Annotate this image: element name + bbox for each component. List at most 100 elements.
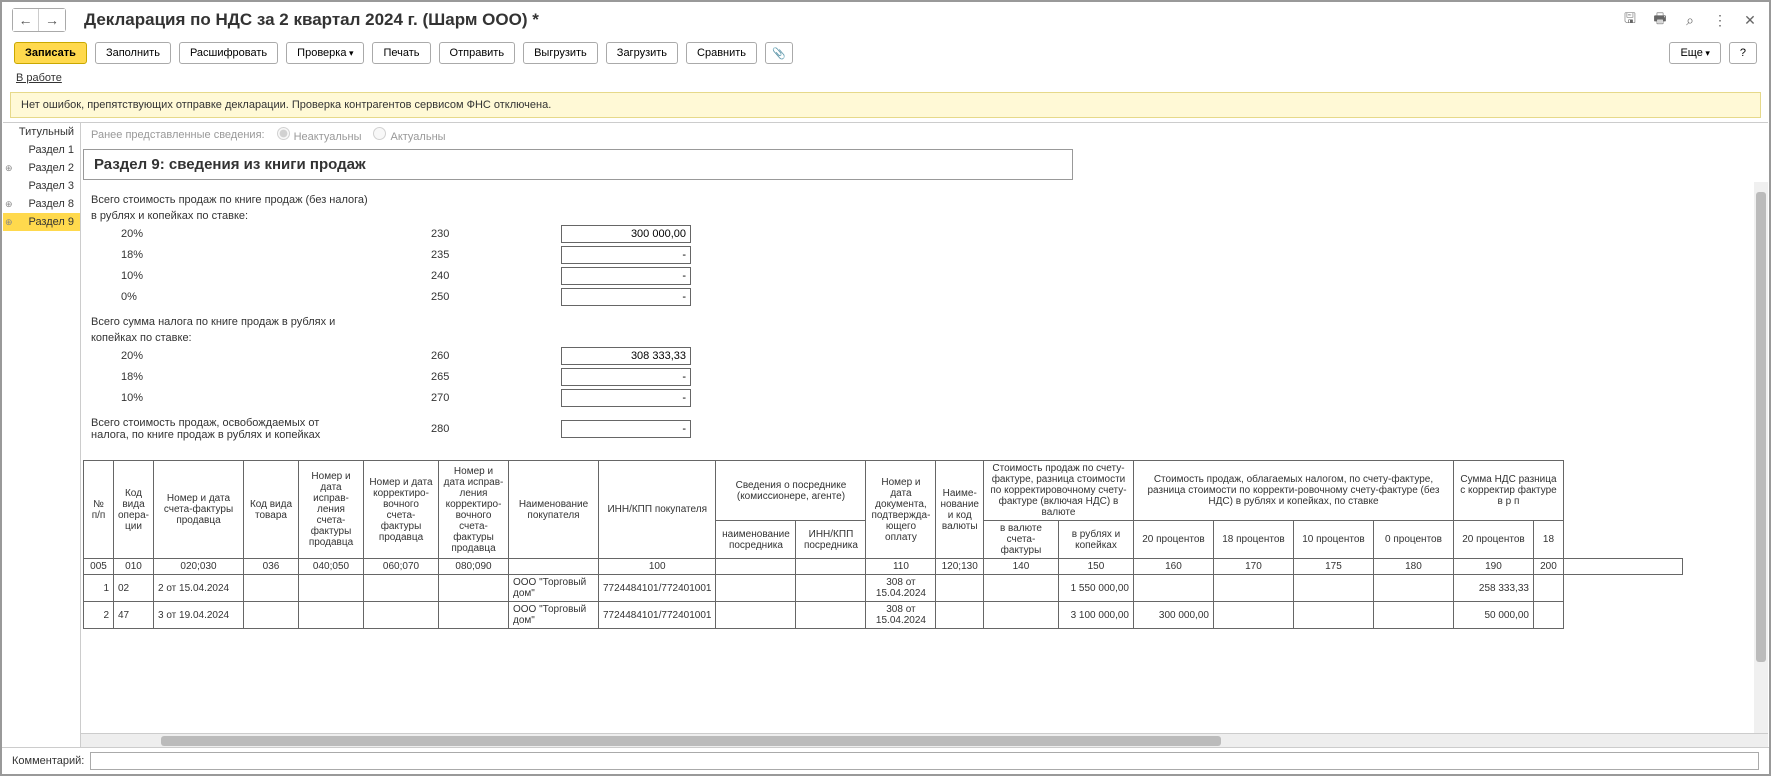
code-label: 265 — [431, 371, 561, 383]
value-input-235[interactable] — [561, 246, 691, 264]
compare-button[interactable]: Сравнить — [686, 42, 757, 64]
code-cell: 040;050 — [299, 559, 364, 575]
code-cell: 120;130 — [936, 559, 984, 575]
check-button[interactable]: Проверка — [286, 42, 364, 64]
close-icon[interactable]: ✕ — [1741, 11, 1759, 29]
th-buyer: Наименование покупателя — [509, 461, 599, 559]
download-button[interactable]: Загрузить — [606, 42, 678, 64]
value-input-240[interactable] — [561, 267, 691, 285]
print-button[interactable]: Печать — [372, 42, 430, 64]
th-agent: Сведения о посреднике (комиссионере, аге… — [716, 461, 866, 521]
data-table: № п/п Код вида опера-ции Номер и дата сч… — [83, 460, 1683, 629]
th-nds: Сумма НДС разница с корректир фактуре в … — [1453, 461, 1563, 521]
th-curr: Наиме-нование и код валюты — [936, 461, 984, 559]
th-num: № п/п — [84, 461, 114, 559]
value-input-270[interactable] — [561, 389, 691, 407]
pct-label: 18% — [91, 249, 431, 261]
code-cell — [509, 559, 599, 575]
expand-icon[interactable]: ⊕ — [5, 199, 13, 210]
radio-not-actual[interactable]: Неактуальны — [277, 127, 362, 143]
value-input-265[interactable] — [561, 368, 691, 386]
code-cell: 190 — [1453, 559, 1533, 575]
th-n20: 20 процентов — [1453, 521, 1533, 559]
pct-label: 18% — [91, 371, 431, 383]
pct-label: 10% — [91, 392, 431, 404]
th-cost-tax: Стоимость продаж, облагаемых налогом, по… — [1133, 461, 1453, 521]
code-label: 270 — [431, 392, 561, 404]
print-icon[interactable]: 🖶 — [1651, 11, 1669, 29]
th-op: Код вида опера-ции — [114, 461, 154, 559]
code-cell: 020;030 — [154, 559, 244, 575]
value-input-230[interactable] — [561, 225, 691, 243]
value-input-250[interactable] — [561, 288, 691, 306]
code-cell: 060;070 — [364, 559, 439, 575]
kebab-icon[interactable]: ⋮ — [1711, 11, 1729, 29]
code-cell: 080;090 — [439, 559, 509, 575]
more-button[interactable]: Еще — [1669, 42, 1720, 64]
pct-label: 20% — [91, 350, 431, 362]
code-cell: 180 — [1373, 559, 1453, 575]
code-cell: 140 — [983, 559, 1058, 575]
th-val-rub: в рублях и копейках — [1058, 521, 1133, 559]
save-icon[interactable]: 🖫 — [1621, 11, 1639, 29]
th-p10: 10 процентов — [1293, 521, 1373, 559]
code-label: 230 — [431, 228, 561, 240]
code-cell — [1563, 559, 1682, 575]
code-label: 260 — [431, 350, 561, 362]
th-p20: 20 процентов — [1133, 521, 1213, 559]
pct-label: 20% — [91, 228, 431, 240]
sidebar: Титульный Раздел 1 ⊕Раздел 2 Раздел 3 ⊕Р… — [3, 123, 81, 747]
nav-back[interactable]: ← — [13, 9, 39, 31]
code-cell: 175 — [1293, 559, 1373, 575]
comment-label: Комментарий: — [12, 755, 84, 767]
th-agent-name: наименование посредника — [716, 521, 796, 559]
sidebar-item-s8[interactable]: ⊕Раздел 8 — [3, 195, 80, 213]
sidebar-item-s2[interactable]: ⊕Раздел 2 — [3, 159, 80, 177]
th-p0: 0 процентов — [1373, 521, 1453, 559]
code-label: 250 — [431, 291, 561, 303]
value-input-260[interactable] — [561, 347, 691, 365]
code-cell: 150 — [1058, 559, 1133, 575]
th-inn: ИНН/КПП покупателя — [599, 461, 716, 559]
code-cell — [796, 559, 866, 575]
horizontal-scrollbar[interactable] — [81, 733, 1768, 747]
sidebar-item-s1[interactable]: Раздел 1 — [3, 141, 80, 159]
attach-button[interactable]: 📎 — [765, 42, 793, 64]
decrypt-button[interactable]: Расшифровать — [179, 42, 278, 64]
label-exempt2: налога, по книге продаж в рублях и копей… — [91, 429, 431, 441]
th-agent-inn: ИНН/КПП посредника — [796, 521, 866, 559]
code-label: 235 — [431, 249, 561, 261]
table-row[interactable]: 1022 от 15.04.2024 ООО "Торговый дом"772… — [84, 575, 1683, 602]
label-rub-rate: в рублях и копейках по ставке: — [91, 210, 1758, 222]
pct-label: 10% — [91, 270, 431, 282]
expand-icon[interactable]: ⊕ — [5, 163, 13, 174]
th-sf: Номер и дата счета-фактуры продавца — [154, 461, 244, 559]
preview-icon[interactable]: ⌕ — [1681, 11, 1699, 29]
radio-actual[interactable]: Актуальны — [373, 127, 445, 143]
vertical-scrollbar[interactable] — [1754, 182, 1768, 733]
window-title: Декларация по НДС за 2 квартал 2024 г. (… — [84, 10, 1621, 30]
th-cost-inc: Стоимость продаж по счету-фактуре, разни… — [983, 461, 1133, 521]
nav-forward[interactable]: → — [39, 9, 65, 31]
sidebar-item-s9[interactable]: ⊕Раздел 9 — [3, 213, 80, 231]
expand-icon[interactable]: ⊕ — [5, 217, 13, 228]
th-n18: 18 — [1533, 521, 1563, 559]
input-280[interactable] — [561, 420, 691, 438]
sidebar-item-title[interactable]: Титульный — [3, 123, 80, 141]
help-button[interactable]: ? — [1729, 42, 1757, 64]
radio-label: Ранее представленные сведения: — [91, 129, 265, 141]
code-cell: 010 — [114, 559, 154, 575]
status-link[interactable]: В работе — [16, 72, 62, 84]
write-button[interactable]: Записать — [14, 42, 87, 64]
fill-button[interactable]: Заполнить — [95, 42, 171, 64]
code-cell: 110 — [866, 559, 936, 575]
sidebar-item-s3[interactable]: Раздел 3 — [3, 177, 80, 195]
upload-button[interactable]: Выгрузить — [523, 42, 598, 64]
label-cost-no-tax: Всего стоимость продаж по книге продаж (… — [91, 194, 1758, 206]
label-exempt1: Всего стоимость продаж, освобождаемых от — [91, 417, 431, 429]
comment-input[interactable] — [90, 752, 1759, 770]
th-corr3: Номер и дата исправ-ления корректиро-воч… — [439, 461, 509, 559]
table-row[interactable]: 2473 от 19.04.2024 ООО "Торговый дом"772… — [84, 602, 1683, 629]
section-title: Раздел 9: сведения из книги продаж — [83, 149, 1073, 180]
send-button[interactable]: Отправить — [439, 42, 516, 64]
